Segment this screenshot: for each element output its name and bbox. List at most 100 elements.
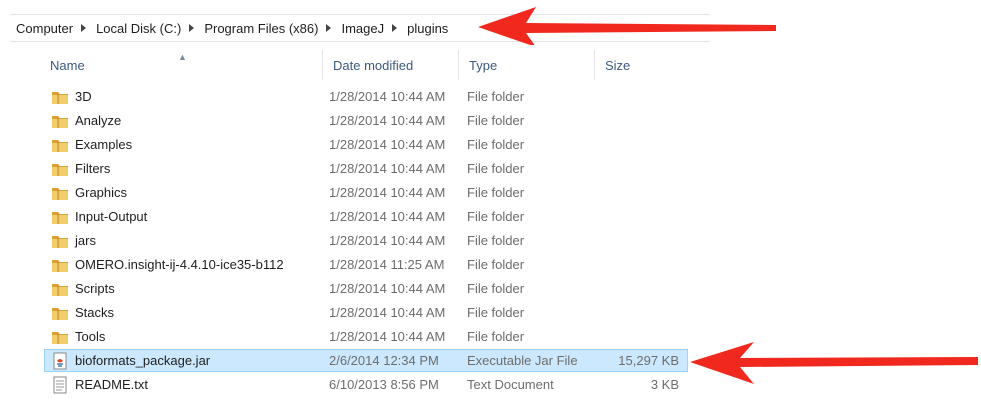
file-row[interactable]: Analyze 1/28/2014 10:44 AM File folder [44,109,688,132]
file-date: 6/10/2013 8:56 PM [329,377,439,392]
file-date: 1/28/2014 10:44 AM [329,305,446,320]
file-row[interactable]: Stacks 1/28/2014 10:44 AM File folder [44,301,688,324]
breadcrumb-local-disk[interactable]: Local Disk (C:) [90,21,185,36]
column-type-header[interactable]: Type [458,50,594,80]
folder-icon [51,160,69,178]
file-name-cell: Graphics [45,184,323,202]
file-date: 1/28/2014 10:44 AM [329,161,446,176]
file-type: File folder [467,185,525,200]
file-date: 1/28/2014 11:25 AM [329,257,445,272]
breadcrumb-imagej[interactable]: ImageJ [335,21,388,36]
file-type: File folder [467,137,525,152]
jar-file-icon [51,352,69,370]
breadcrumb-plugins[interactable]: plugins [401,21,452,36]
file-row[interactable]: Filters 1/28/2014 10:44 AM File folder [44,157,688,180]
column-date-label: Date modified [333,57,414,73]
file-name-cell: Analyze [45,112,323,130]
file-type: Executable Jar File [467,353,578,368]
red-arrow-annotation-breadcrumb [478,7,776,45]
file-size: 3 KB [650,377,679,392]
column-size-label: Size [605,57,631,73]
file-name: Scripts [75,281,115,296]
file-name: Filters [75,161,111,176]
file-name-cell: Scripts [45,280,323,298]
file-name: 3D [75,89,92,104]
file-name: jars [75,233,96,248]
file-type: Text Document [467,377,554,392]
file-date: 1/28/2014 10:44 AM [329,89,446,104]
file-date: 2/6/2014 12:34 PM [329,353,439,368]
chevron-right-icon[interactable] [326,24,332,32]
breadcrumb-computer[interactable]: Computer [10,21,77,36]
folder-icon [51,136,69,154]
file-type: File folder [467,113,525,128]
file-name-cell: Input-Output [45,208,323,226]
file-name-cell: Stacks [45,304,323,322]
file-name: README.txt [75,377,148,392]
file-row[interactable]: 3D 1/28/2014 10:44 AM File folder [44,85,688,108]
file-type: File folder [467,209,525,224]
folder-icon [51,304,69,322]
file-row[interactable]: Input-Output 1/28/2014 10:44 AM File folde… [44,205,688,228]
folder-icon [51,208,69,226]
file-type: File folder [467,329,525,344]
column-date-header[interactable]: Date modified [322,50,458,80]
folder-icon [51,280,69,298]
column-size-header[interactable]: Size [594,50,688,80]
file-date: 1/28/2014 10:44 AM [329,209,446,224]
file-name-cell: Examples [45,136,323,154]
file-type: File folder [467,281,525,296]
file-name-cell: OMERO.insight-ij-4.4.10-ice35-b112 [45,256,323,274]
chevron-right-icon[interactable] [189,24,195,32]
file-size: 15,297 KB [618,353,679,368]
file-date: 1/28/2014 10:44 AM [329,281,446,296]
file-name-cell: README.txt [45,376,323,394]
file-type: File folder [467,233,525,248]
file-row[interactable]: bioformats_package.jar 2/6/2014 12:34 PM E… [44,349,688,372]
file-type: File folder [467,305,525,320]
file-row[interactable]: README.txt 6/10/2013 8:56 PM Text Document… [44,373,688,396]
file-name: Analyze [75,113,122,128]
file-name: OMERO.insight-ij-4.4.10-ice35-b112 [75,257,284,272]
file-type: File folder [467,89,525,104]
file-date: 1/28/2014 10:44 AM [329,113,446,128]
file-name: Examples [75,137,133,152]
file-name-cell: bioformats_package.jar [45,352,323,370]
file-name-cell: 3D [45,88,323,106]
folder-icon [51,184,69,202]
column-name-header[interactable]: Name ▲ [40,50,322,80]
file-date: 1/28/2014 10:44 AM [329,233,446,248]
file-name: Tools [75,329,106,344]
red-arrow-annotation-jar [690,342,978,384]
file-type: File folder [467,257,525,272]
file-row[interactable]: jars 1/28/2014 10:44 AM File folder [44,229,688,252]
file-row[interactable]: OMERO.insight-ij-4.4.10-ice35-b112 1/28/2… [44,253,688,276]
file-type: File folder [467,161,525,176]
folder-icon [51,232,69,250]
folder-icon [51,88,69,106]
folder-icon [51,328,69,346]
breadcrumb-program-files[interactable]: Program Files (x86) [198,21,322,36]
file-name-cell: Filters [45,160,323,178]
column-header: Name ▲ Date modified Type Size [40,50,688,80]
file-list: 3D 1/28/2014 10:44 AM File folder Analyze 1/… [44,85,688,397]
file-row[interactable]: Examples 1/28/2014 10:44 AM File folder [44,133,688,156]
chevron-right-icon[interactable] [81,24,87,32]
sort-ascending-icon: ▲ [178,52,187,62]
file-name: Stacks [75,305,115,320]
chevron-right-icon[interactable] [392,24,398,32]
text-file-icon [51,376,69,394]
column-name-label: Name [50,57,85,73]
file-row[interactable]: Graphics 1/28/2014 10:44 AM File folder [44,181,688,204]
file-date: 1/28/2014 10:44 AM [329,137,446,152]
file-row[interactable]: Scripts 1/28/2014 10:44 AM File folder [44,277,688,300]
file-row[interactable]: Tools 1/28/2014 10:44 AM File folder [44,325,688,348]
file-date: 1/28/2014 10:44 AM [329,185,446,200]
folder-icon [51,112,69,130]
column-type-label: Type [469,57,498,73]
folder-icon [51,256,69,274]
file-name: Input-Output [75,209,148,224]
file-name-cell: Tools [45,328,323,346]
file-name-cell: jars [45,232,323,250]
file-name: Graphics [75,185,128,200]
